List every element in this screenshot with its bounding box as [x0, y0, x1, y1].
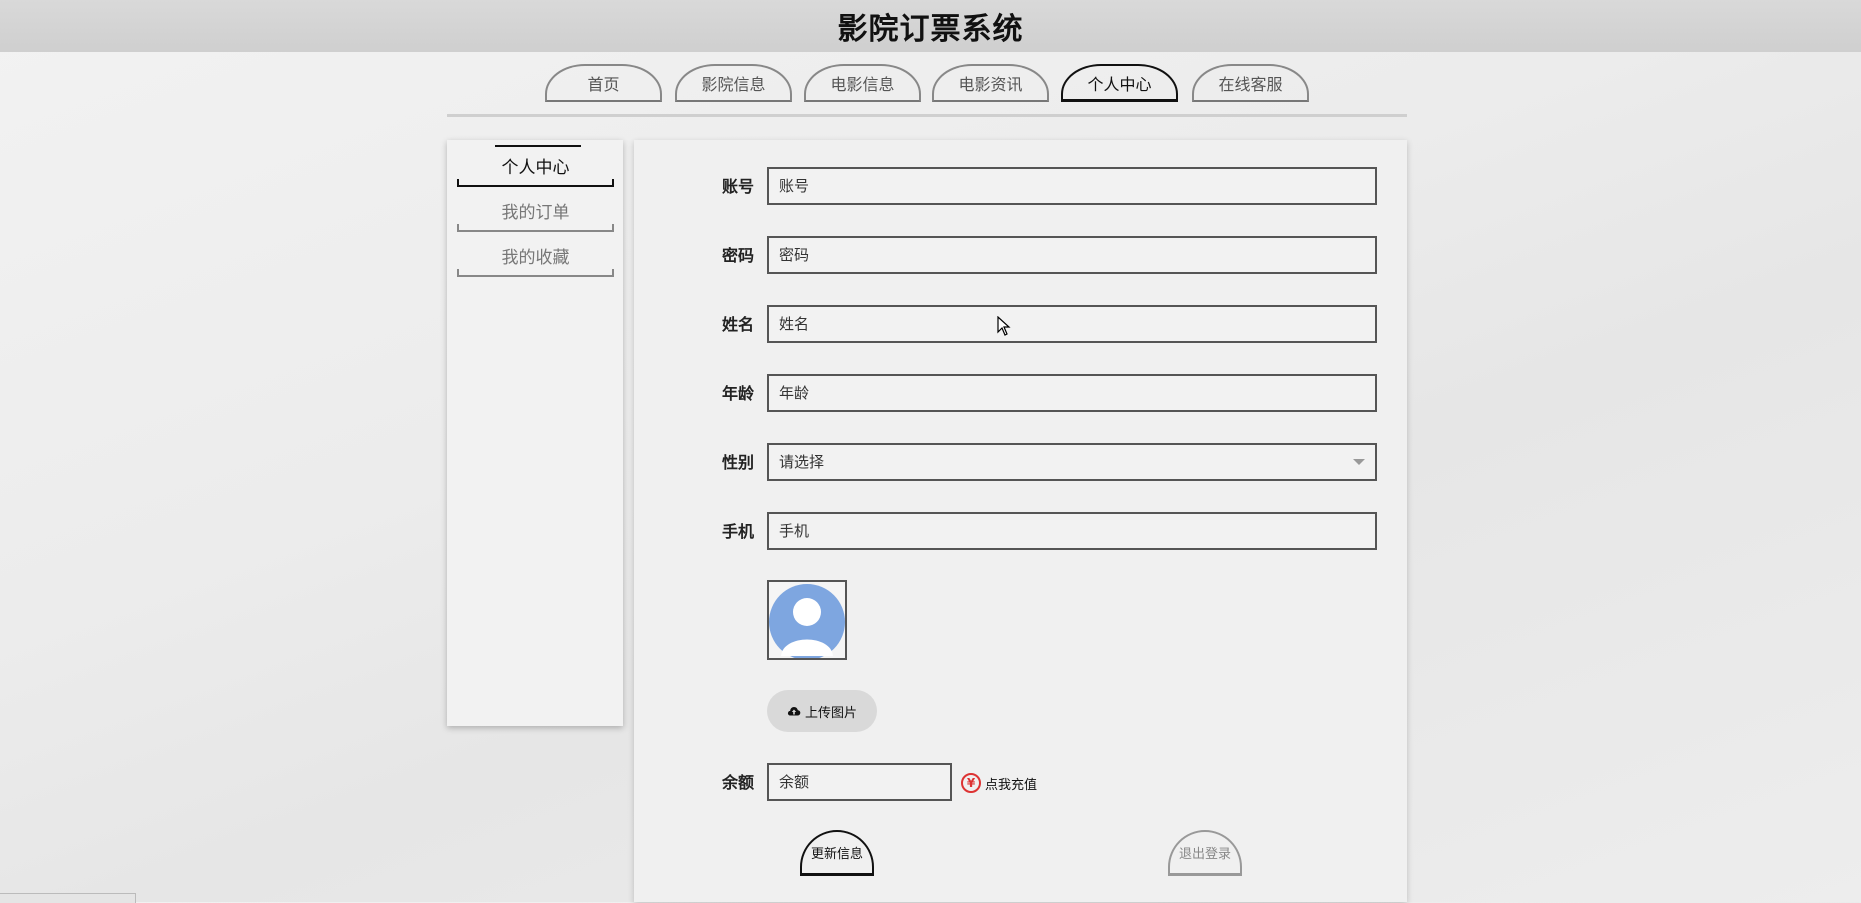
sidebar-item-my-orders[interactable]: 我的订单 — [457, 190, 614, 232]
chevron-down-icon — [1353, 459, 1365, 465]
age-row: 年龄 — [634, 374, 1407, 414]
logout-button[interactable]: 退出登录 — [1168, 830, 1242, 876]
recharge-label: 点我充值 — [985, 777, 1038, 793]
update-info-button[interactable]: 更新信息 — [800, 830, 874, 876]
password-row: 密码 — [634, 236, 1407, 276]
balance-label: 余额 — [721, 773, 754, 792]
sidebar-item-label: 我的订单 — [501, 202, 570, 223]
tab-cinema-info[interactable]: 影院信息 — [675, 64, 792, 102]
gender-row: 性别 请选择 — [634, 443, 1407, 483]
balance-row: 余额 ¥ 点我充值 — [634, 763, 1407, 803]
tab-personal-center[interactable]: 个人中心 — [1061, 64, 1178, 102]
upload-image-button[interactable]: 上传图片 — [767, 690, 877, 732]
tab-online-service[interactable]: 在线客服 — [1192, 64, 1309, 102]
sidebar-item-personal-center[interactable]: 个人中心 — [457, 145, 614, 187]
balance-input[interactable] — [767, 763, 952, 801]
sidebar-item-label: 个人中心 — [501, 157, 570, 178]
account-label: 账号 — [721, 177, 754, 196]
gender-select[interactable]: 请选择 — [767, 443, 1377, 481]
account-input[interactable] — [767, 167, 1377, 205]
upload-image-label: 上传图片 — [804, 705, 857, 721]
age-input[interactable] — [767, 374, 1377, 412]
top-nav: 首页 影院信息 电影信息 电影资讯 个人中心 在线客服 — [0, 64, 1861, 104]
app-title: 影院订票系统 — [837, 12, 1024, 47]
name-label: 姓名 — [721, 315, 754, 334]
sidebar-item-my-favorites[interactable]: 我的收藏 — [457, 235, 614, 277]
tab-movie-info[interactable]: 电影信息 — [804, 64, 921, 102]
mouse-cursor-icon — [997, 316, 1011, 336]
name-input[interactable] — [767, 305, 1377, 343]
tab-movie-news[interactable]: 电影资讯 — [932, 64, 1049, 102]
gender-label: 性别 — [721, 453, 754, 472]
avatar — [767, 580, 847, 660]
tab-home[interactable]: 首页 — [545, 64, 662, 102]
nav-divider — [447, 114, 1407, 117]
name-row: 姓名 — [634, 305, 1407, 345]
user-avatar-icon — [769, 584, 845, 658]
age-label: 年龄 — [721, 384, 754, 403]
sidebar: 个人中心 我的订单 我的收藏 — [447, 140, 623, 726]
recharge-link[interactable]: ¥ 点我充值 — [961, 771, 1037, 795]
profile-form: 账号 密码 姓名 年龄 性别 请选择 手机 上传图片 — [634, 140, 1407, 902]
password-input[interactable] — [767, 236, 1377, 274]
gender-selected-value: 请选择 — [779, 453, 825, 471]
title-bar: 影院订票系统 — [0, 0, 1861, 52]
sidebar-item-label: 我的收藏 — [501, 247, 570, 268]
yen-icon: ¥ — [961, 773, 981, 793]
cloud-upload-icon — [787, 707, 801, 716]
account-row: 账号 — [634, 167, 1407, 207]
password-label: 密码 — [721, 246, 754, 265]
phone-label: 手机 — [721, 522, 754, 541]
phone-row: 手机 — [634, 512, 1407, 552]
phone-input[interactable] — [767, 512, 1377, 550]
